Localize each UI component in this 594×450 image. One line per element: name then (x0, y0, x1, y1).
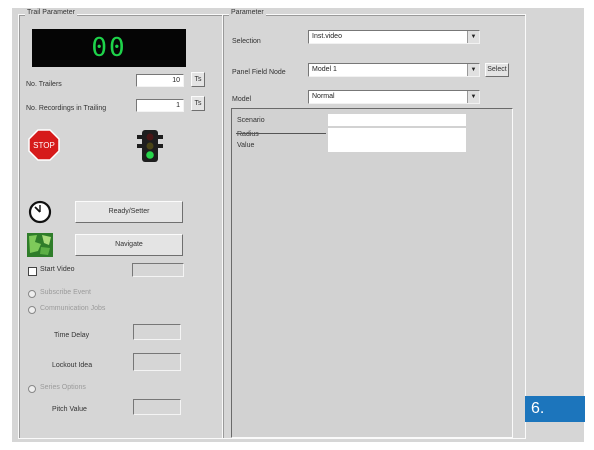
model-value: Normal (312, 93, 335, 100)
map-icon (27, 233, 53, 257)
pitch-value-label: Pitch Value (52, 406, 87, 413)
model-dropdown[interactable]: Normal ▼ (308, 90, 480, 104)
panel-field-label: Panel Field Node (232, 69, 286, 76)
traffic-light-icon[interactable] (136, 129, 164, 163)
series-options-label: Series Options (40, 384, 86, 391)
start-video-label: Start Video (40, 266, 75, 273)
svg-text:STOP: STOP (33, 141, 55, 150)
counter-display: 00 (32, 29, 186, 67)
grid-value-cell[interactable] (328, 114, 466, 126)
property-panel: Scenario Radius Value (231, 108, 513, 438)
ready-setter-button[interactable]: Ready/Setter (75, 201, 183, 223)
subscribe-event-radio[interactable] (28, 290, 36, 298)
lockout-label: Lockout Idea (52, 362, 93, 369)
time-delay-label: Time Delay (54, 332, 90, 339)
model-label: Model (232, 96, 252, 103)
step-badge: 6. (525, 396, 585, 422)
clock-icon (28, 200, 52, 224)
grid-divider (236, 133, 326, 134)
group-title: Parameter (229, 9, 266, 16)
selection-dropdown[interactable]: Inst.video ▼ (308, 30, 480, 44)
recordings-set-button[interactable]: Ts (191, 96, 205, 111)
time-delay-field[interactable] (133, 324, 181, 340)
communication-label: Communication Jobs (40, 305, 106, 312)
application-window: Trail Parameter 00 No. Trailers 10 Ts No… (12, 8, 584, 442)
panel-field-value: Model 1 (312, 66, 337, 73)
selection-label: Selection (232, 38, 261, 45)
chevron-down-icon[interactable]: ▼ (467, 64, 479, 76)
panel-field-dropdown[interactable]: Model 1 ▼ (308, 63, 480, 77)
trailers-label: No. Trailers (26, 81, 62, 88)
pitch-value-field[interactable] (133, 399, 181, 415)
start-video-checkbox[interactable] (28, 267, 37, 276)
chevron-down-icon[interactable]: ▼ (467, 31, 479, 43)
lockout-field[interactable] (133, 353, 181, 371)
series-options-radio[interactable] (28, 385, 36, 393)
grid-value-cell[interactable] (328, 128, 466, 152)
stop-sign-icon[interactable]: STOP (28, 129, 60, 161)
grid-row-label: Value (237, 142, 255, 149)
trailers-input[interactable]: 10 (136, 74, 184, 87)
grid-row-label: Scenario (237, 117, 265, 124)
group-title: Trail Parameter (25, 9, 77, 16)
subscribe-event-label: Subscribe Event (40, 289, 91, 296)
trailers-set-button[interactable]: Ts (191, 72, 205, 87)
start-video-field (132, 263, 184, 277)
chevron-down-icon[interactable]: ▼ (467, 91, 479, 103)
communication-radio[interactable] (28, 306, 36, 314)
navigate-button[interactable]: Navigate (75, 234, 183, 256)
select-button[interactable]: Select (485, 63, 509, 77)
recordings-label: No. Recordings in Trailing (26, 105, 107, 112)
recordings-input[interactable]: 1 (136, 99, 184, 112)
selection-value: Inst.video (312, 33, 342, 40)
